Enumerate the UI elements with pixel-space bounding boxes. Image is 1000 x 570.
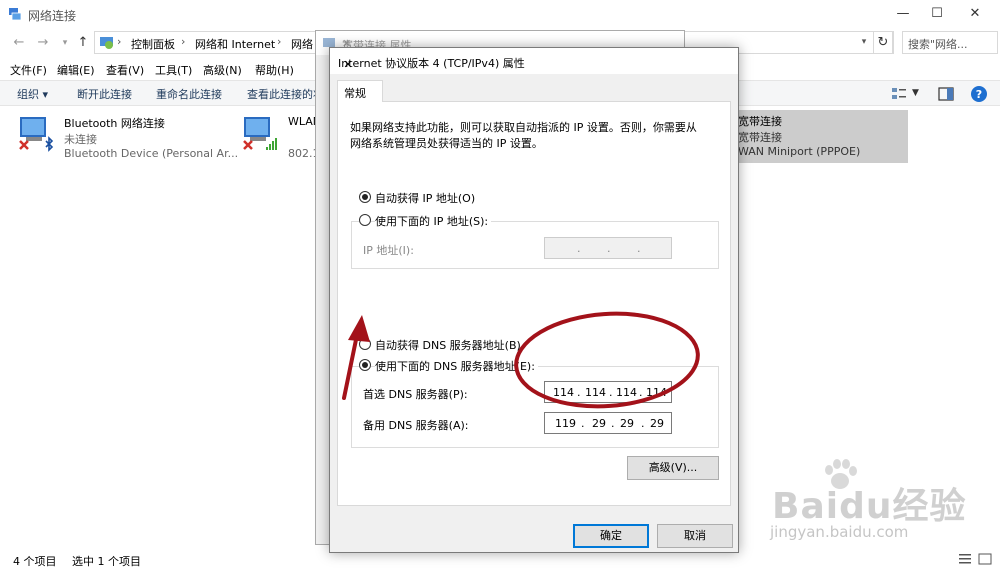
network-connections-icon [9, 8, 22, 21]
window-title: 网络连接 [28, 9, 77, 23]
manual-ip-radio[interactable] [359, 214, 371, 226]
menu-advanced[interactable]: 高级(N) [203, 62, 242, 78]
ip-address-field: ... [544, 237, 672, 259]
selected-count: 选中 1 个项目 [72, 555, 141, 568]
breadcrumb-control-panel[interactable]: 控制面板 [131, 36, 175, 52]
item-count: 4 个项目 [13, 555, 57, 568]
dialog-title: Internet 协议版本 4 (TCP/IPv4) 属性 [338, 57, 525, 70]
close-icon[interactable]: ✕ [338, 55, 358, 75]
network-adapter-icon [19, 117, 54, 152]
watermark: Baidu经验 jingyan.baidu.com [742, 455, 992, 550]
disconnect-button[interactable]: 断开此连接 [77, 86, 132, 102]
manual-ip-label[interactable]: 使用下面的 IP 地址(S): [375, 213, 492, 229]
menu-edit[interactable]: 编辑(E) [57, 62, 95, 78]
view-status-button[interactable]: 查看此连接的状 [247, 86, 324, 102]
general-panel: 如果网络支持此功能，则可以获取自动指派的 IP 设置。否则，你需要从 网络系统管… [337, 101, 731, 506]
manual-dns-group [351, 366, 719, 448]
menu-tools[interactable]: 工具(T) [155, 62, 192, 78]
breadcrumb-network-internet[interactable]: 网络和 Internet [195, 36, 275, 52]
ipv4-properties-dialog: Internet 协议版本 4 (TCP/IPv4) 属性 ✕ 常规 如果网络支… [329, 47, 739, 553]
dialog-titlebar: Internet 协议版本 4 (TCP/IPv4) 属性 ✕ [330, 48, 738, 74]
advanced-button[interactable]: 高级(V)... [627, 456, 719, 480]
description-line-1: 如果网络支持此功能，则可以获取自动指派的 IP 设置。否则，你需要从 [350, 121, 697, 134]
tab-general[interactable]: 常规 [337, 80, 383, 102]
auto-ip-label[interactable]: 自动获得 IP 地址(O) [375, 190, 475, 206]
maximize-button[interactable]: ☐ [922, 4, 952, 24]
minimize-button[interactable]: — [888, 4, 918, 24]
view-options-chevron-icon[interactable]: ▼ [912, 88, 919, 98]
address-dropdown-icon[interactable]: ▾ [855, 31, 873, 54]
search-input[interactable]: 搜索"网络... [902, 31, 998, 54]
cancel-button[interactable]: 取消 [657, 524, 733, 548]
breadcrumb-separator-icon: › [117, 35, 122, 48]
recent-chevron-icon[interactable]: ▾ [56, 34, 74, 52]
forward-arrow-icon[interactable]: → [34, 34, 52, 52]
connection-name: 宽带连接 [738, 115, 782, 128]
ip-address-label: IP 地址(I): [363, 244, 414, 257]
preferred-dns-field[interactable]: 114 . 114 . 114 . 114 [544, 381, 672, 403]
control-panel-icon [100, 37, 113, 49]
manual-dns-radio[interactable] [359, 359, 371, 371]
breadcrumb-network[interactable]: 网络 [291, 36, 313, 52]
refresh-icon[interactable]: ↻ [873, 31, 893, 54]
organize-button[interactable]: 组织 ▾ [17, 86, 48, 102]
alternate-dns-field[interactable]: 119 . 29 . 29 . 29 [544, 412, 672, 434]
connection-item-wlan[interactable]: WLAN 802.1 [240, 113, 321, 165]
ok-button[interactable]: 确定 [573, 524, 649, 548]
change-view-icon[interactable] [890, 85, 908, 103]
alternate-dns-label: 备用 DNS 服务器(A): [363, 419, 469, 432]
connection-item-broadband[interactable]: 宽带连接 宽带连接 WAN Miniport (PPPOE) [728, 110, 908, 163]
window-titlebar: 网络连接 — ☐ ✕ [0, 0, 1000, 28]
connection-item-bluetooth[interactable]: Bluetooth 网络连接 未连接 Bluetooth Device (Per… [16, 113, 246, 165]
rename-connection-button[interactable]: 重命名此连接 [156, 86, 222, 102]
connection-status: 宽带连接 [738, 131, 782, 144]
svg-text:?: ? [976, 88, 982, 101]
back-arrow-icon[interactable]: ← [10, 34, 28, 52]
auto-dns-radio[interactable] [359, 338, 371, 350]
large-icons-view-icon[interactable] [978, 553, 992, 565]
menu-file[interactable]: 文件(F) [10, 62, 47, 78]
preferred-dns-label: 首选 DNS 服务器(P): [363, 388, 468, 401]
connection-name: Bluetooth 网络连接 [64, 117, 165, 130]
watermark-brand: Baidu经验 [772, 486, 967, 527]
breadcrumb-separator-icon: › [181, 35, 186, 48]
details-view-icon[interactable] [958, 553, 972, 565]
description-line-2: 网络系统管理员处获得适当的 IP 设置。 [350, 137, 543, 150]
connection-device: WAN Miniport (PPPOE) [738, 145, 861, 158]
auto-ip-radio[interactable] [359, 191, 371, 203]
menu-help[interactable]: 帮助(H) [255, 62, 294, 78]
up-arrow-icon[interactable]: ↑ [74, 34, 92, 52]
network-adapter-icon [243, 117, 277, 150]
preview-pane-icon[interactable] [937, 85, 955, 103]
menu-view[interactable]: 查看(V) [106, 62, 144, 78]
auto-dns-label[interactable]: 自动获得 DNS 服务器地址(B) [375, 337, 521, 353]
breadcrumb-separator-icon: › [277, 35, 282, 48]
close-window-button[interactable]: ✕ [960, 4, 990, 24]
connection-device: Bluetooth Device (Personal Ar... [64, 147, 239, 160]
connection-status: 未连接 [64, 133, 97, 146]
help-icon[interactable]: ? [970, 85, 988, 103]
manual-dns-label[interactable]: 使用下面的 DNS 服务器地址(E): [375, 358, 538, 374]
watermark-url: jingyan.baidu.com [770, 523, 909, 541]
